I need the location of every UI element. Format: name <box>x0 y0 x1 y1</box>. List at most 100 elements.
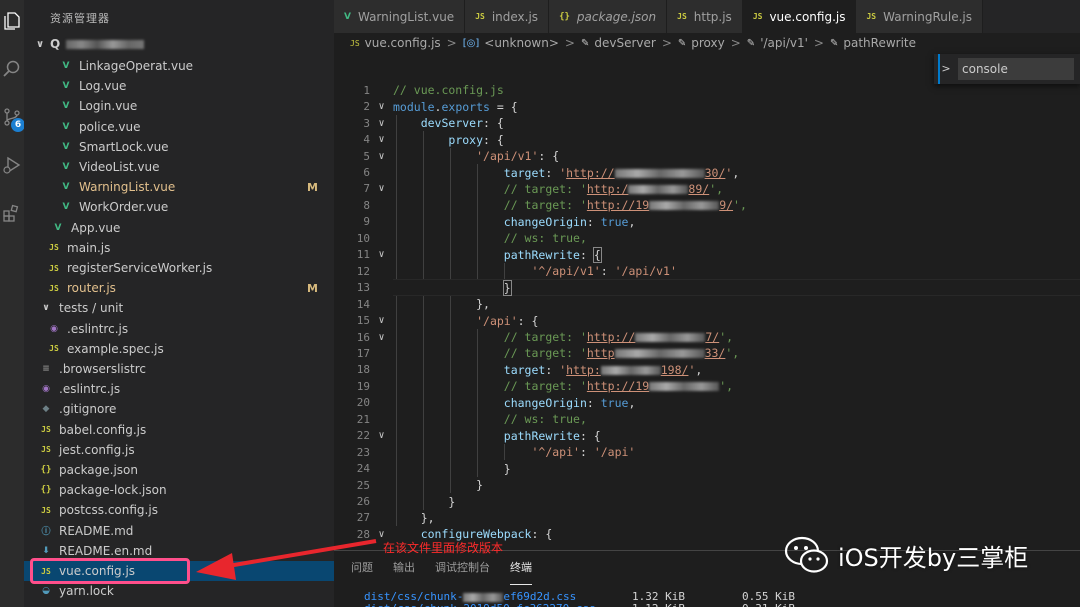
search-icon[interactable] <box>0 56 24 82</box>
tree-item-linkageoperat-vue[interactable]: V LinkageOperat.vue <box>24 56 334 76</box>
code-text: // ws: true, <box>393 231 587 245</box>
dot-file-icon: ◉ <box>50 323 58 334</box>
code-token: 7/ <box>705 330 720 344</box>
tab-warningrule-js[interactable]: JS WarningRule.js <box>856 0 983 33</box>
tree-item-yarn-lock[interactable]: ◒ yarn.lock <box>24 581 334 601</box>
code-line: 21 // ws: true, <box>334 411 1080 428</box>
find-input[interactable]: console <box>958 58 1074 80</box>
tree-item-tests-unit[interactable]: ∨ tests / unit <box>24 298 334 318</box>
tree-item-label: SmartLock.vue <box>79 139 169 154</box>
modified-indicator: M <box>307 180 318 194</box>
tree-item-workorder-vue[interactable]: V WorkOrder.vue <box>24 197 334 217</box>
breadcrumb-item[interactable]: pathRewrite <box>843 36 916 50</box>
tab-index-js[interactable]: JS index.js <box>465 0 550 33</box>
fold-chevron-icon[interactable]: ∨ <box>370 332 393 343</box>
tree-item-log-vue[interactable]: V Log.vue <box>24 76 334 96</box>
tree-item-label: yarn.lock <box>59 584 114 599</box>
tree-item-package-json[interactable]: {} package.json <box>24 460 334 480</box>
fold-chevron-icon[interactable]: ∨ <box>370 315 393 326</box>
code-line: 20 changeOrigin: true, <box>334 395 1080 412</box>
breadcrumb-item[interactable]: proxy <box>691 36 724 50</box>
tree-item-eslintrc-js[interactable]: ◉ .eslintrc.js <box>24 319 334 339</box>
workspace-root[interactable]: ∨ Q <box>36 34 145 54</box>
code-token: : <box>579 445 594 460</box>
tree-item-babel-config-js[interactable]: JS babel.config.js <box>24 420 334 440</box>
vue-file-icon: V <box>62 101 70 112</box>
tree-item-main-js[interactable]: JS main.js <box>24 238 334 258</box>
tab-package-json[interactable]: {} package.json <box>549 0 668 33</box>
tab-http-js[interactable]: JS http.js <box>667 0 743 33</box>
breadcrumb-item[interactable]: <unknown> <box>484 36 559 50</box>
files-icon[interactable] <box>0 8 24 34</box>
tree-item-police-vue[interactable]: Vpolice.vue <box>24 117 334 137</box>
code-token: http://19 <box>586 198 650 213</box>
tree-item-videolist-vue[interactable]: V VideoList.vue <box>24 157 334 177</box>
tree-item-warninglist-vue[interactable]: V WarningList.vue M <box>24 177 334 197</box>
code-token: : { <box>579 428 601 443</box>
redacted-text <box>600 365 661 375</box>
tree-item-postcss-config-js[interactable]: JS postcss.config.js <box>24 500 334 520</box>
chevron-right-icon[interactable]: > <box>938 54 952 84</box>
code-token: '^/api/v1' <box>531 264 601 279</box>
tree-item-app-vue[interactable]: V App.vue <box>24 218 334 238</box>
code-editor[interactable]: 1// vue.config.js 2 ∨ module.exports = {3 ∨ … <box>334 53 1080 550</box>
line-number: 23 <box>356 445 370 459</box>
run-debug-icon[interactable] <box>0 152 24 178</box>
code-token: : <box>545 165 560 180</box>
code-token: target <box>503 165 546 180</box>
tree-item-label: VideoList.vue <box>79 160 160 174</box>
terminal-file-head: dist/css/chunk-2019d50-fc362270.css <box>364 602 596 607</box>
tree-item-registerserviceworker-js[interactable]: JS registerServiceWorker.js <box>24 258 334 278</box>
tree-item-gitignore[interactable]: ◆ .gitignore <box>24 399 334 419</box>
code-token: : <box>600 264 615 279</box>
line-number: 11 <box>356 248 370 262</box>
panel-tabs: 问题 输出 调试控制台 终端 <box>334 551 552 585</box>
code-token: http:/ <box>586 181 629 196</box>
extensions-icon[interactable] <box>0 200 24 226</box>
tree-item-example-spec-js[interactable]: JS example.spec.js <box>24 339 334 359</box>
fold-chevron-icon[interactable]: ∨ <box>370 183 393 194</box>
panel-tab[interactable]: 问题 <box>351 551 373 585</box>
panel-tab[interactable]: 调试控制台 <box>435 551 490 585</box>
yarn-file-icon: ◒ <box>42 586 50 597</box>
code-token: http <box>586 346 615 361</box>
gen-file-icon: ≡ <box>42 364 50 374</box>
fold-chevron-icon[interactable]: ∨ <box>370 151 393 162</box>
tree-item-router-js[interactable]: JS router.js M <box>24 278 334 298</box>
breadcrumb-item[interactable]: devServer <box>594 36 655 50</box>
tree-item-smartlock-vue[interactable]: V SmartLock.vue <box>24 137 334 157</box>
breadcrumb-item[interactable]: '/api/v1' <box>760 36 808 50</box>
tree-item-jest-config-js[interactable]: JS jest.config.js <box>24 440 334 460</box>
panel-tab[interactable]: 输出 <box>393 551 415 585</box>
code-text: // target: 'http://19 ', <box>393 379 733 393</box>
tree-item-eslintrc-js[interactable]: ◉ .eslintrc.js <box>24 379 334 399</box>
line-number: 27 <box>356 511 370 525</box>
code-token: } <box>502 279 512 296</box>
fold-chevron-icon[interactable]: ∨ <box>370 101 393 112</box>
code-token: 9/ <box>719 198 734 213</box>
code-line: 26 } <box>334 493 1080 510</box>
breadcrumb-file[interactable]: vue.config.js <box>365 36 441 50</box>
fold-chevron-icon[interactable]: ∨ <box>370 118 393 129</box>
fold-chevron-icon[interactable]: ∨ <box>370 134 393 145</box>
code-token: 30/ <box>704 165 726 180</box>
redacted-text <box>463 592 504 602</box>
tree-item-package-lock-json[interactable]: {} package-lock.json <box>24 480 334 500</box>
panel-tab[interactable]: 终端 <box>510 551 532 585</box>
tab-warninglist-vue[interactable]: V WarningList.vue <box>334 0 466 33</box>
line-number: 5 <box>363 149 370 163</box>
tab-vue-config-js[interactable]: JS vue.config.js <box>742 0 857 33</box>
code-token: 89/ <box>688 181 710 196</box>
fold-chevron-icon[interactable]: ∨ <box>370 249 393 260</box>
js-file-icon: JS <box>41 445 51 455</box>
tree-item-login-vue[interactable]: V Login.vue <box>24 96 334 116</box>
tree-item-readme-md[interactable]: ⓘ README.md <box>24 521 334 541</box>
tab-label: WarningRule.js <box>883 9 972 24</box>
tree-item-browserslistrc[interactable]: ≡ .browserslistrc <box>24 359 334 379</box>
code-text: pathRewrite: { <box>393 429 601 443</box>
tree-item-label: example.spec.js <box>67 341 164 356</box>
fold-chevron-icon[interactable]: ∨ <box>370 430 393 441</box>
line-number: 26 <box>356 495 370 508</box>
